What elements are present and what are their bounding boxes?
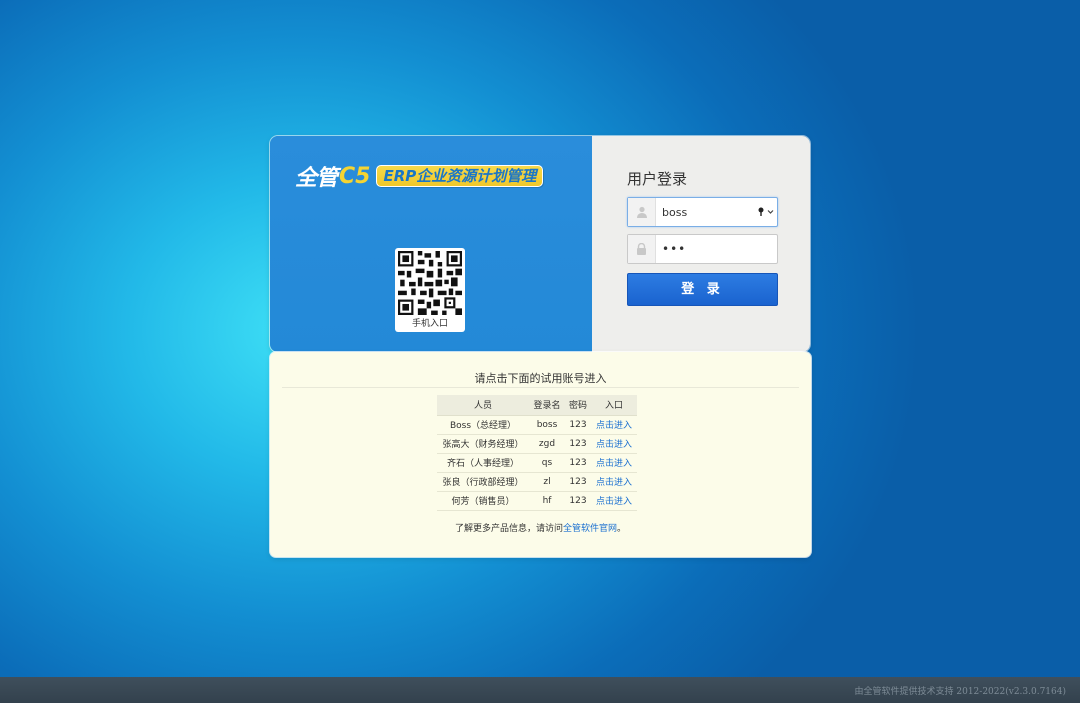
brand-panel: 全管 C5 ERP企业资源计划管理 手机入口 [270,136,592,352]
column-header: 人员 [437,395,529,416]
username-input[interactable] [656,198,755,226]
logo-brand-name: 全管 [295,166,338,191]
cell-login-name: boss [529,415,565,435]
cell-password: 123 [565,415,591,435]
login-card: 全管 C5 ERP企业资源计划管理 手机入口 用户登录 boss ••• 登 录 [270,136,810,352]
qr-caption: 手机入口 [411,319,448,329]
password-field[interactable] [627,234,778,264]
table-header-row: 人员 登录名 密码 入口 [437,395,637,416]
cell-login-name: hf [529,491,565,511]
footer-text: 由全管软件提供技术支持 2012-2022(v2.3.0.7164) [854,687,1066,697]
enter-link[interactable]: 点击进入 [596,478,632,488]
official-site-link[interactable]: 全管软件官网 [563,524,617,534]
divider [282,387,799,388]
table-row: Boss（总经理） boss 123 点击进入 [437,415,637,435]
cell-login-name: zgd [529,434,565,454]
logo-tagline: ERP企业资源计划管理 [376,165,544,187]
cell-person: 何芳（销售员） [437,491,529,511]
cell-login-name: zl [529,472,565,492]
product-logo: 全管 C5 ERP企业资源计划管理 [295,160,544,192]
username-field[interactable] [627,197,778,227]
enter-link[interactable]: 点击进入 [596,459,632,469]
cell-person: 张良（行政部经理） [437,472,529,492]
cell-person: Boss（总经理） [437,415,529,435]
footer-bar: 由全管软件提供技术支持 2012-2022(v2.3.0.7164) [0,677,1080,703]
user-icon [628,198,656,226]
more-info-suffix: 。 [617,524,627,534]
login-panel: 用户登录 登 录 [592,136,810,352]
cell-login-name: qs [529,453,565,473]
qr-code-icon [398,251,462,315]
column-header: 密码 [565,395,591,416]
cell-password: 123 [565,491,591,511]
cell-password: 123 [565,434,591,454]
more-info-prefix: 了解更多产品信息，请访问 [454,524,563,534]
cell-password: 123 [565,472,591,492]
password-manager-key-icon[interactable] [755,198,777,226]
login-title: 用户登录 [627,170,688,188]
cell-person: 齐石（人事经理） [437,453,529,473]
lock-icon [628,235,656,263]
login-button[interactable]: 登 录 [627,273,778,306]
table-row: 何芳（销售员） hf 123 点击进入 [437,491,637,511]
column-header: 入口 [591,395,637,416]
cell-password: 123 [565,453,591,473]
enter-link[interactable]: 点击进入 [596,497,632,507]
trial-accounts-table: 人员 登录名 密码 入口 Boss（总经理） boss 123 点击进入 张高大… [437,395,637,511]
enter-link[interactable]: 点击进入 [596,421,632,431]
enter-link[interactable]: 点击进入 [596,440,632,450]
more-info-text: 了解更多产品信息，请访问全管软件官网。 [270,521,811,534]
trial-title: 请点击下面的试用账号进入 [474,372,607,385]
trial-accounts-card: 请点击下面的试用账号进入 人员 登录名 密码 入口 Boss（总经理） boss… [270,352,811,557]
logo-version: C5 [339,163,371,189]
cell-person: 张高大（财务经理） [437,434,529,454]
password-input[interactable] [656,235,777,263]
table-row: 齐石（人事经理） qs 123 点击进入 [437,453,637,473]
table-row: 张高大（财务经理） zgd 123 点击进入 [437,434,637,454]
table-row: 张良（行政部经理） zl 123 点击进入 [437,472,637,492]
mobile-qr-code: 手机入口 [395,248,465,332]
column-header: 登录名 [529,395,565,416]
